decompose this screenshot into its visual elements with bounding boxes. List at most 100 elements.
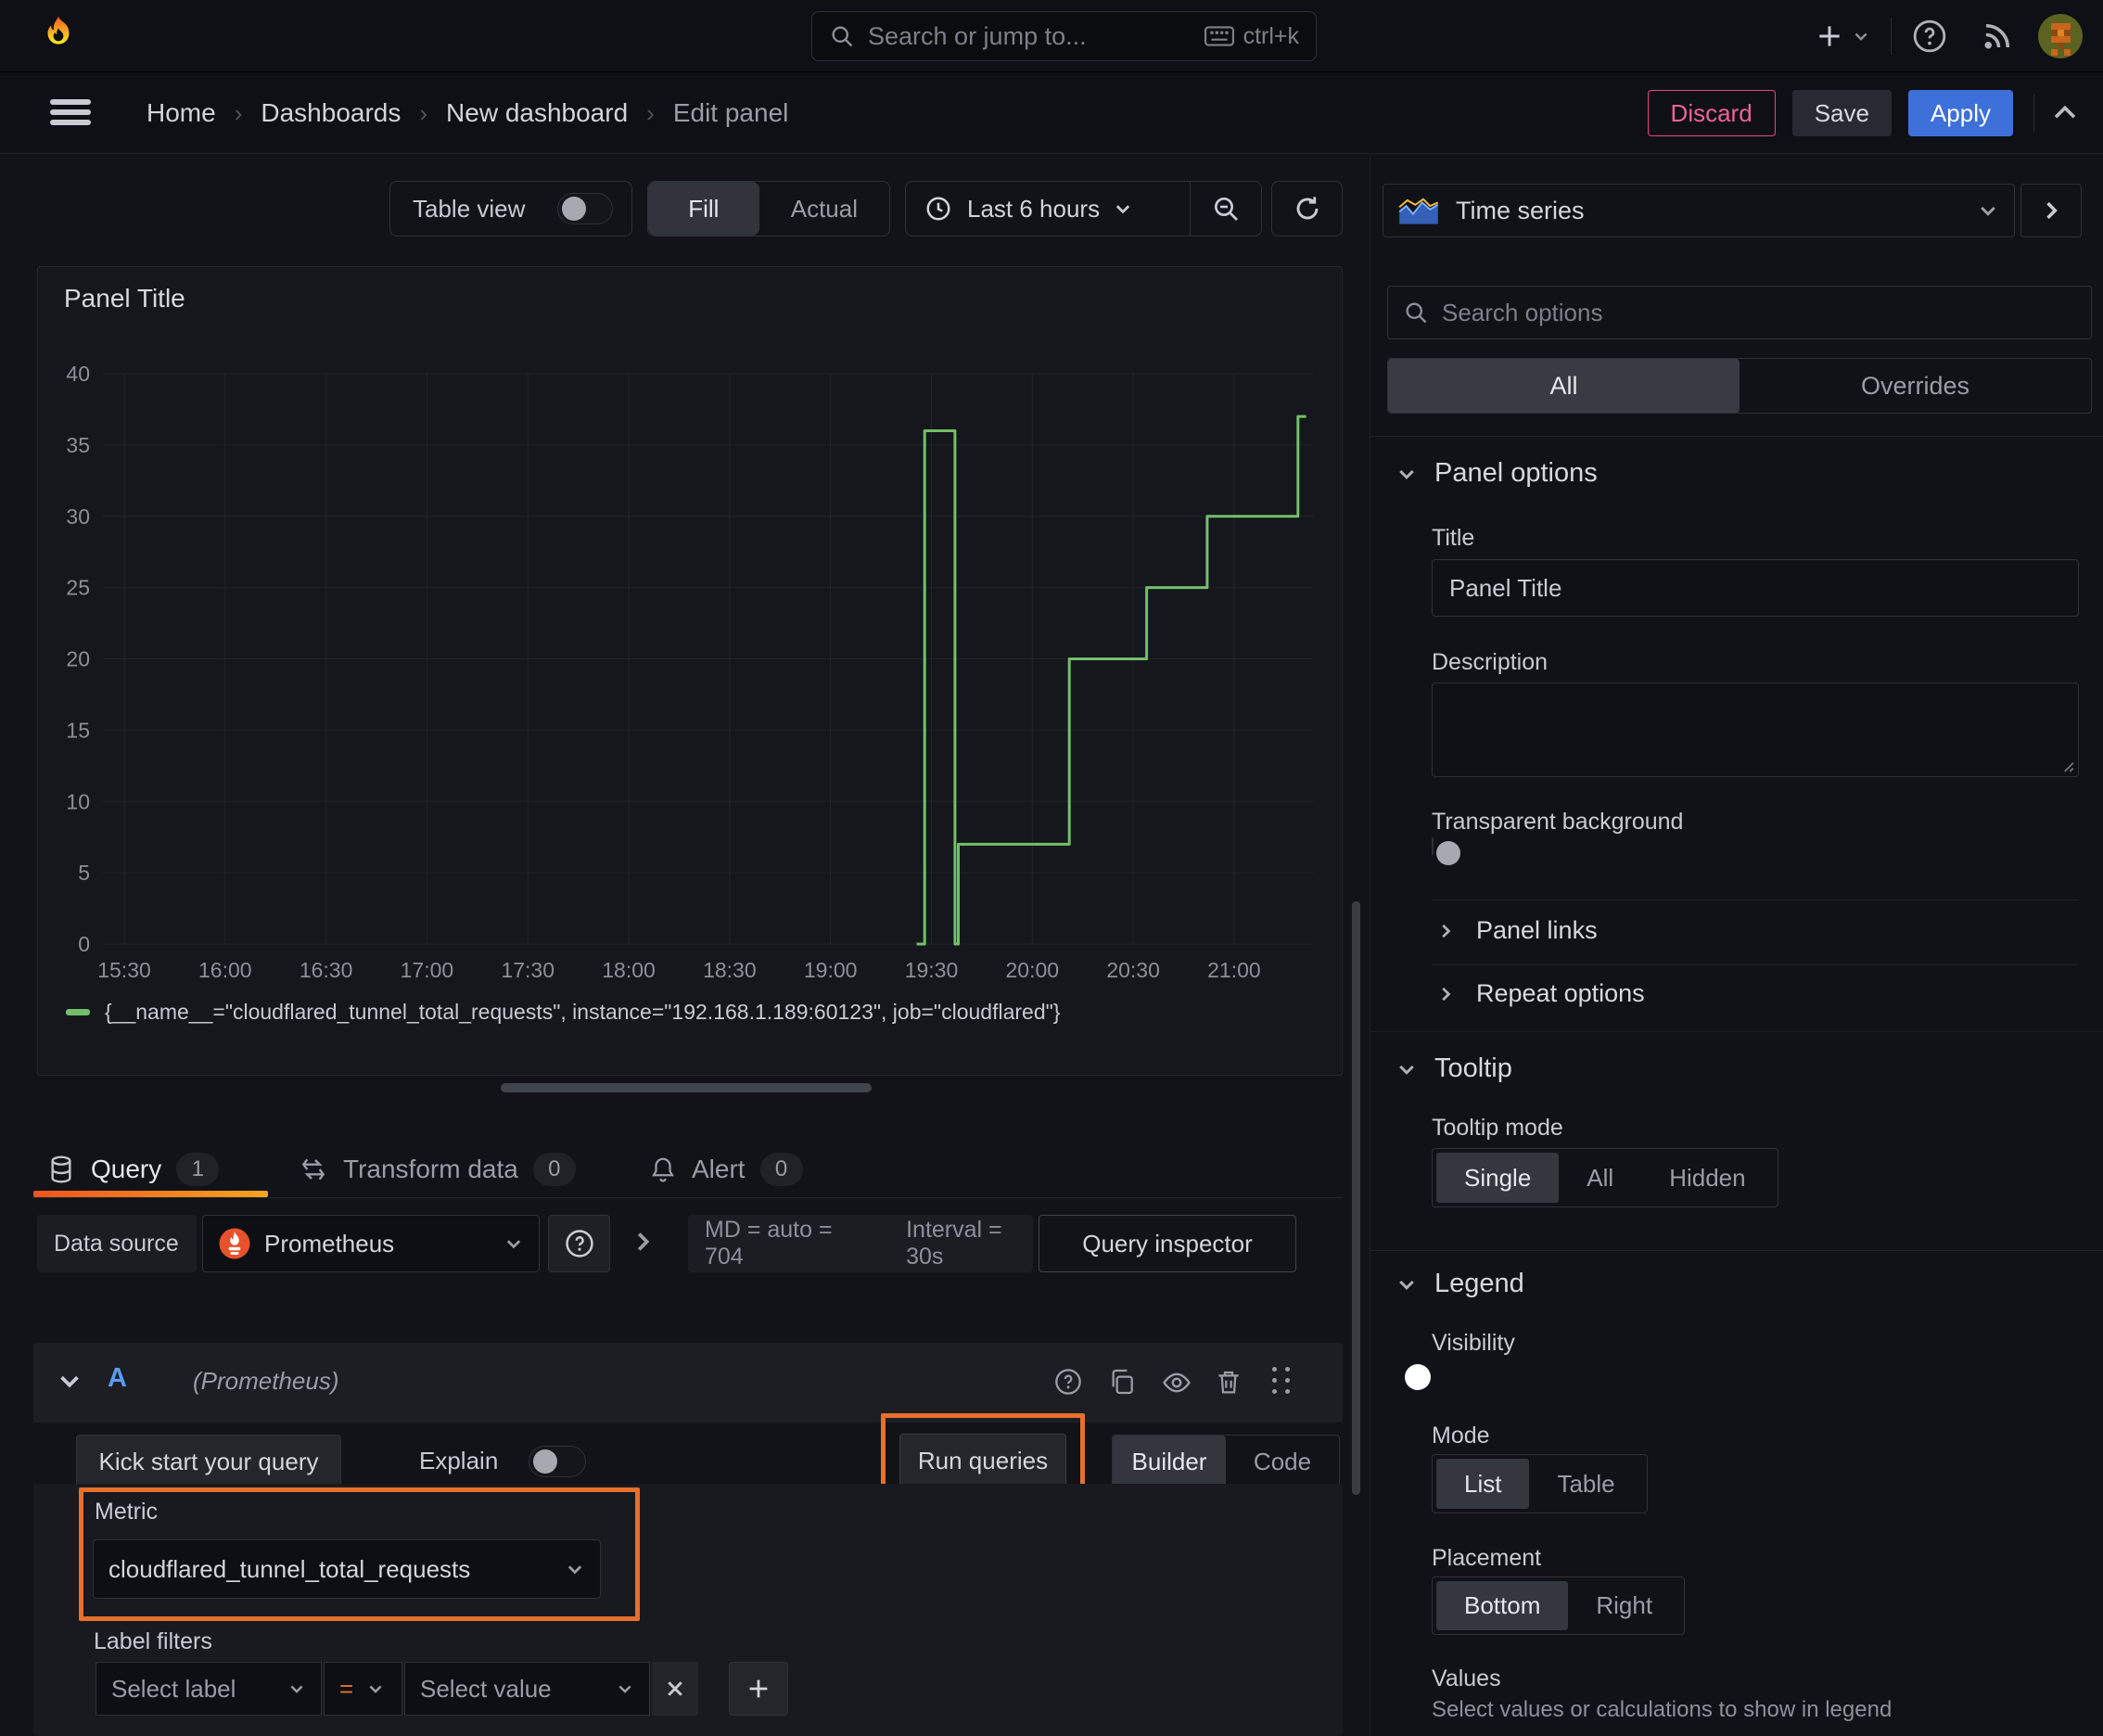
run-queries-button[interactable]: Run queries xyxy=(899,1434,1066,1487)
select-value-dropdown[interactable]: Select value xyxy=(404,1662,650,1716)
tab-all[interactable]: All xyxy=(1388,359,1740,413)
repeat-options-header[interactable]: Repeat options xyxy=(1435,979,1645,1008)
datasource-picker[interactable]: Prometheus xyxy=(202,1215,540,1272)
svg-text:17:00: 17:00 xyxy=(401,958,454,982)
save-button[interactable]: Save xyxy=(1791,90,1892,136)
tooltip-header[interactable]: Tooltip xyxy=(1396,1053,1512,1084)
delete-query-icon[interactable] xyxy=(1214,1367,1243,1397)
builder-code-switch: Builder Code xyxy=(1112,1435,1340,1488)
transform-icon xyxy=(299,1155,328,1184)
refresh-icon xyxy=(1293,194,1322,223)
options-search-placeholder: Search options xyxy=(1442,298,1603,326)
time-range-label[interactable]: Last 6 hours xyxy=(967,195,1100,223)
apply-button[interactable]: Apply xyxy=(1907,90,2013,136)
tab-query[interactable]: Query 1 xyxy=(46,1146,220,1193)
vertical-scrollbar[interactable] xyxy=(1352,901,1360,1495)
global-search-input[interactable]: Search or jump to... ctrl+k xyxy=(811,11,1317,61)
chart-legend-item[interactable]: {__name__="cloudflared_tunnel_total_requ… xyxy=(66,1000,1060,1025)
explain-toggle[interactable] xyxy=(529,1446,586,1477)
chevron-right-icon[interactable] xyxy=(629,1228,656,1256)
chevron-down-icon[interactable] xyxy=(56,1367,83,1395)
bell-icon xyxy=(649,1155,677,1183)
query-builder-card: Metric cloudflared_tunnel_total_requests… xyxy=(33,1484,1343,1736)
visualization-name: Time series xyxy=(1456,196,1585,224)
drag-handle-icon[interactable] xyxy=(1272,1367,1294,1398)
grafana-logo-icon[interactable] xyxy=(37,15,80,57)
time-series-chart[interactable]: 0 5 10 15 20 25 30 35 40 15:30 16:00 16:30 17:00 17:3… xyxy=(38,267,1344,1077)
operator-dropdown[interactable]: = xyxy=(324,1662,402,1716)
add-new-button[interactable] xyxy=(1815,21,1870,51)
section-divider xyxy=(1370,1250,2103,1251)
builder-option[interactable]: Builder xyxy=(1113,1436,1226,1487)
tooltip-mode-hidden[interactable]: Hidden xyxy=(1641,1153,1773,1203)
keyboard-icon xyxy=(1204,26,1234,46)
actions-divider xyxy=(2033,95,2034,132)
options-search-input[interactable]: Search options xyxy=(1387,286,2092,339)
refresh-button[interactable] xyxy=(1271,181,1343,236)
tab-alert-count: 0 xyxy=(759,1153,803,1186)
chevron-down-icon xyxy=(1113,198,1133,219)
tooltip-header-label: Tooltip xyxy=(1434,1053,1512,1083)
repeat-options-label: Repeat options xyxy=(1476,979,1645,1007)
breadcrumb-bar: Home › Dashboards › New dashboard › Edit… xyxy=(0,72,2103,154)
datasource-label: Data source xyxy=(37,1215,197,1272)
code-option[interactable]: Code xyxy=(1226,1436,1339,1487)
panel-title-input[interactable] xyxy=(1432,559,2079,617)
tab-transform-data[interactable]: Transform data 0 xyxy=(299,1146,576,1193)
user-avatar[interactable] xyxy=(2038,14,2083,58)
tooltip-mode-all[interactable]: All xyxy=(1559,1153,1641,1203)
tooltip-mode-group: Single All Hidden xyxy=(1432,1148,1778,1207)
breadcrumb-new-dashboard[interactable]: New dashboard xyxy=(446,98,628,128)
legend-mode-list[interactable]: List xyxy=(1436,1459,1530,1509)
panel-resize-handle[interactable] xyxy=(501,1083,872,1092)
svg-text:20:30: 20:30 xyxy=(1106,958,1160,982)
viz-suggestions-button[interactable] xyxy=(2020,184,2082,237)
chevron-up-icon[interactable] xyxy=(2049,97,2081,129)
panel-links-header[interactable]: Panel links xyxy=(1435,916,1598,945)
query-inspector-button[interactable]: Query inspector xyxy=(1039,1215,1296,1272)
select-label-dropdown[interactable]: Select label xyxy=(96,1662,322,1716)
tooltip-mode-single[interactable]: Single xyxy=(1436,1153,1560,1203)
query-help-icon[interactable] xyxy=(1053,1367,1083,1397)
tab-overrides[interactable]: Overrides xyxy=(1740,359,2091,413)
toggle-visibility-icon[interactable] xyxy=(1161,1367,1192,1398)
query-ref-id[interactable]: A xyxy=(108,1363,127,1394)
panel-title[interactable]: Panel Title xyxy=(64,284,185,313)
legend-mode-table[interactable]: Table xyxy=(1529,1459,1642,1509)
resize-corner-icon[interactable] xyxy=(2059,758,2074,772)
placement-bottom[interactable]: Bottom xyxy=(1436,1581,1569,1630)
fill-option[interactable]: Fill xyxy=(648,182,759,236)
visualization-picker[interactable]: Time series xyxy=(1383,184,2015,237)
zoom-out-icon[interactable] xyxy=(1191,182,1261,236)
menu-toggle-icon[interactable] xyxy=(50,96,91,128)
remove-filter-icon[interactable] xyxy=(652,1662,698,1716)
placement-right[interactable]: Right xyxy=(1568,1581,1680,1630)
legend-mode-group: List Table xyxy=(1432,1454,1648,1513)
tab-alert[interactable]: Alert 0 xyxy=(649,1146,803,1193)
help-icon[interactable] xyxy=(1912,19,1947,54)
table-view-toggle[interactable] xyxy=(557,193,613,224)
query-options-summary[interactable]: MD = auto = 704 Interval = 30s xyxy=(688,1215,1033,1272)
top-navigation-bar: Search or jump to... ctrl+k xyxy=(0,0,2103,72)
transparent-bg-toggle[interactable] xyxy=(1432,837,1434,855)
transparent-bg-label: Transparent background xyxy=(1432,809,1684,835)
metric-select[interactable]: cloudflared_tunnel_total_requests xyxy=(93,1539,601,1599)
panel-links-label: Panel links xyxy=(1476,916,1598,944)
add-filter-icon[interactable] xyxy=(729,1662,788,1716)
database-icon xyxy=(46,1155,76,1184)
editor-actions: Discard Save Apply xyxy=(1647,72,2103,154)
actual-option[interactable]: Actual xyxy=(759,182,889,236)
chevron-right-icon xyxy=(1435,984,1456,1004)
datasource-help-button[interactable] xyxy=(548,1215,610,1272)
news-rss-icon[interactable] xyxy=(1981,19,2014,53)
chevron-down-icon xyxy=(1977,199,1999,222)
kick-start-query-button[interactable]: Kick start your query xyxy=(76,1435,341,1488)
discard-button[interactable]: Discard xyxy=(1647,90,1776,136)
legend-header[interactable]: Legend xyxy=(1396,1269,1524,1299)
description-textarea[interactable] xyxy=(1432,683,2079,777)
panel-options-header[interactable]: Panel options xyxy=(1396,458,1598,489)
breadcrumb-home[interactable]: Home xyxy=(147,98,216,128)
duplicate-query-icon[interactable] xyxy=(1107,1367,1137,1397)
breadcrumb-dashboards[interactable]: Dashboards xyxy=(261,98,401,128)
chevron-down-icon xyxy=(503,1233,524,1254)
